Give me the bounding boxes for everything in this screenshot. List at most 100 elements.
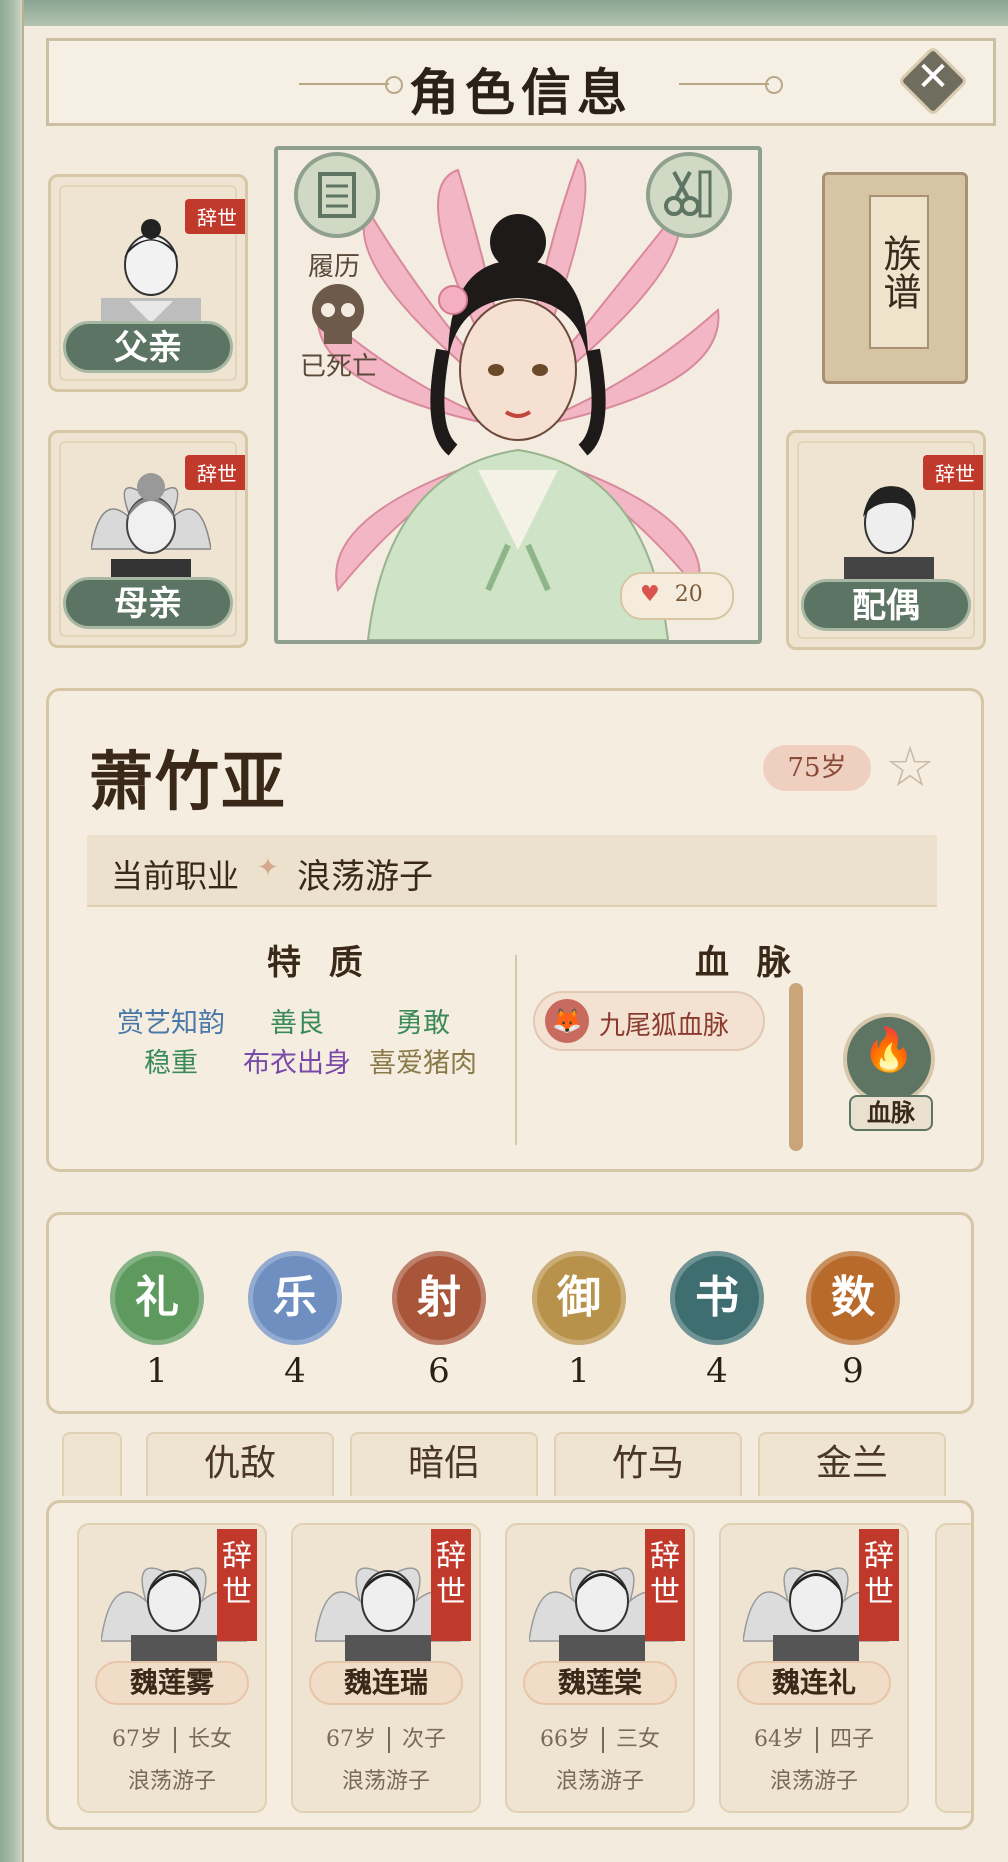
child-name: 魏莲棠 (523, 1661, 677, 1705)
skills-panel: 礼1乐4射6御1书4数9 (46, 1212, 974, 1414)
job-label: 当前职业 (111, 857, 240, 895)
flame-icon: 🔥 (862, 1025, 916, 1074)
character-info-screen: 角色信息 ✕ 辞世 父亲 辞世 母亲 履历 已死亡 ♥ 20 族谱 辞世 配偶 … (0, 0, 1008, 1862)
main-portrait-frame: 履历 已死亡 ♥ 20 (274, 146, 762, 644)
skill-item[interactable]: 御1 (529, 1251, 629, 1391)
bloodline-chip[interactable]: 🦊 九尾狐血脉 (533, 991, 765, 1051)
close-button[interactable]: ✕ (897, 45, 969, 117)
resume-label: 履历 (308, 252, 361, 282)
child-status-badge: 辞世 (645, 1529, 685, 1641)
child-meta: 66岁 三女 (507, 1721, 693, 1753)
bloodline-button[interactable]: 🔥 (843, 1013, 935, 1105)
traits-title: 特 质 (267, 943, 371, 983)
trait-item[interactable]: 勇敢 (361, 1001, 485, 1040)
job-value: 浪荡游子 (297, 857, 433, 897)
child-card[interactable]: 辞世魏连瑞 67岁 次子浪荡游子 (291, 1523, 481, 1813)
dead-label: 已死亡 (300, 352, 379, 382)
left-rail (0, 0, 24, 1862)
scroll-icon (318, 172, 356, 218)
child-meta: 67岁 次子 (293, 1721, 479, 1753)
trait-item[interactable]: 喜爱猪肉 (361, 1041, 485, 1080)
relation-tabs: 仇敌 暗侣 竹马 金兰 (62, 1432, 970, 1496)
trait-item[interactable]: 稳重 (109, 1041, 233, 1080)
child-job: 浪荡游子 (555, 1769, 644, 1794)
skill-item[interactable]: 礼1 (107, 1251, 207, 1391)
genealogy-book-button[interactable]: 族谱 (822, 172, 968, 384)
list-item-partial[interactable] (935, 1523, 971, 1813)
child-job: 浪荡游子 (127, 1769, 216, 1794)
spouse-card[interactable]: 辞世 配偶 (786, 430, 986, 650)
child-status-badge: 辞世 (431, 1529, 471, 1641)
trait-item[interactable]: 善良 (235, 1001, 359, 1040)
child-status-badge: 辞世 (217, 1529, 257, 1641)
child-age: 64岁 (753, 1727, 804, 1752)
tab-1[interactable]: 暗侣 (350, 1432, 538, 1496)
affection-value: 20 (674, 582, 703, 607)
character-info-panel: 萧竹亚 75岁 ☆ 当前职业 ✦ 浪荡游子 特 质 血 脉 赏艺知韵 善良 勇敢 稳重… (46, 688, 984, 1172)
child-age: 67岁 (111, 1727, 162, 1752)
skill-value: 1 (568, 1351, 590, 1391)
child-rank: 三女 (615, 1727, 660, 1752)
bloodline-button-label: 血脉 (849, 1095, 933, 1131)
heart-icon: ♥ (640, 582, 660, 607)
meta-divider (601, 1727, 604, 1753)
skill-value: 6 (428, 1351, 450, 1391)
tab-3[interactable]: 金兰 (758, 1432, 946, 1496)
skill-value: 9 (842, 1351, 864, 1391)
father-label: 父亲 (63, 321, 233, 373)
skill-item[interactable]: 书4 (667, 1251, 767, 1391)
trait-item[interactable]: 赏艺知韵 (109, 1001, 233, 1040)
child-job: 浪荡游子 (341, 1769, 430, 1794)
tab-2[interactable]: 竹马 (554, 1432, 742, 1496)
meta-divider (387, 1727, 390, 1753)
spouse-label: 配偶 (801, 579, 971, 631)
child-age: 66岁 (539, 1727, 590, 1752)
job-bar: 当前职业 ✦ 浪荡游子 (87, 835, 937, 907)
children-panel: 辞世魏莲雾 67岁 长女 浪荡游子辞世魏连瑞 67岁 次子 浪荡游子辞世魏莲棠 66岁 三女 浪荡… (46, 1500, 974, 1830)
skull-icon (312, 284, 364, 344)
trait-item[interactable]: 布衣出身 (235, 1041, 359, 1080)
child-meta: 67岁 长女 (79, 1721, 265, 1753)
father-card[interactable]: 辞世 父亲 (48, 174, 248, 392)
skill-value: 4 (706, 1351, 728, 1391)
resume-button[interactable] (294, 152, 380, 238)
tab-partial[interactable] (62, 1432, 122, 1496)
child-rank: 四子 (829, 1727, 874, 1752)
skill-orb-icon: 射 (392, 1251, 486, 1345)
skill-orb-icon: 书 (670, 1251, 764, 1345)
skill-item[interactable]: 乐4 (245, 1251, 345, 1391)
child-name: 魏莲雾 (95, 1661, 249, 1705)
skill-item[interactable]: 数9 (803, 1251, 903, 1391)
child-name: 魏连瑞 (309, 1661, 463, 1705)
child-card[interactable]: 辞世魏莲雾 67岁 长女浪荡游子 (77, 1523, 267, 1813)
child-rank: 次子 (401, 1727, 446, 1752)
child-meta: 64岁 四子 (721, 1721, 907, 1753)
skill-value: 1 (146, 1351, 168, 1391)
affection-counter: ♥ 20 (620, 572, 734, 620)
skill-value: 4 (284, 1351, 306, 1391)
bloodline-title: 血 脉 (695, 943, 799, 983)
mother-card[interactable]: 辞世 母亲 (48, 430, 248, 648)
genealogy-label: 族谱 (869, 195, 929, 349)
favorite-star-icon[interactable]: ☆ (885, 735, 935, 800)
close-icon: ✕ (916, 54, 950, 100)
spouse-status-badge: 辞世 (923, 455, 983, 490)
child-age: 67岁 (325, 1727, 376, 1752)
character-name: 萧竹亚 (89, 745, 287, 820)
child-name: 魏连礼 (737, 1661, 891, 1705)
mother-label: 母亲 (63, 577, 233, 629)
child-rank: 长女 (187, 1727, 232, 1752)
skill-orb-icon: 御 (532, 1251, 626, 1345)
page-title: 角色信息 (409, 63, 633, 122)
child-card[interactable]: 辞世魏连礼 64岁 四子 浪荡游子 (719, 1523, 909, 1813)
bloodline-scrollbar[interactable] (789, 983, 803, 1151)
child-status-badge: 辞世 (859, 1529, 899, 1641)
skill-item[interactable]: 射6 (389, 1251, 489, 1391)
child-card[interactable]: 辞世魏莲棠 66岁 三女浪荡游子 (505, 1523, 695, 1813)
father-status-badge: 辞世 (185, 199, 245, 234)
top-strip (0, 0, 1008, 26)
customize-button[interactable] (646, 152, 732, 238)
fox-icon: 🦊 (545, 999, 589, 1043)
header-ornament-right (679, 76, 783, 94)
tab-0[interactable]: 仇敌 (146, 1432, 334, 1496)
